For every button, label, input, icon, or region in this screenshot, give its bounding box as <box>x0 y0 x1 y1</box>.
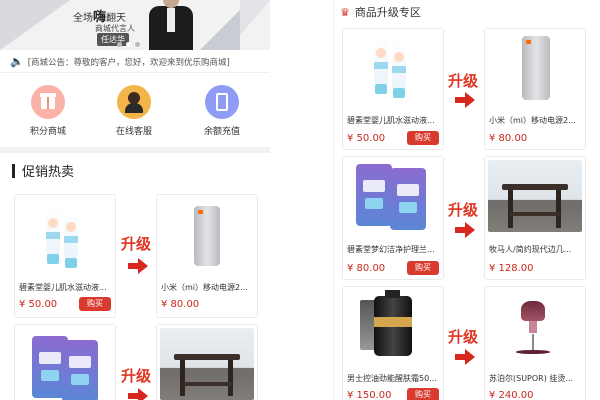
product-image <box>488 290 582 362</box>
shortcut-points-mall[interactable]: 积分商城 <box>16 85 80 137</box>
column-gap <box>270 0 334 400</box>
product-name: 碧素堂梦幻洁净护理兰... <box>347 245 435 254</box>
product-card[interactable] <box>156 324 258 400</box>
product-name: 男士控油劲能醒肤霜50... <box>347 374 437 383</box>
product-price: ¥ 240.00 <box>489 390 534 400</box>
upgrade-label: 升级 <box>448 201 479 219</box>
product-price: ¥ 50.00 <box>19 299 58 310</box>
product-name: 苏泊尔(SUPOR) 挂烫... <box>489 374 574 383</box>
product-card[interactable]: 碧素堂婴儿肌水滋动液... ¥ 50.00 购买 <box>14 194 116 318</box>
buy-button[interactable]: 购买 <box>407 388 439 400</box>
upgrade-label: 升级 <box>121 235 152 253</box>
product-card[interactable]: 小米（mi）移动电源2... ¥ 80.00 <box>156 194 258 318</box>
product-image <box>18 198 112 270</box>
product-name: 碧素堂婴儿肌水滋动液... <box>19 283 107 292</box>
product-image <box>346 290 440 362</box>
tablet-icon <box>205 85 239 119</box>
carousel-dots[interactable] <box>117 42 140 47</box>
upgrade-label: 升级 <box>448 72 479 90</box>
shortcut-label: 积分商城 <box>29 127 66 137</box>
product-card[interactable]: 碧素堂婴儿肌水滋动液... ¥ 50.00 购买 <box>342 28 444 150</box>
arrow-right-icon <box>455 222 475 238</box>
product-image <box>488 160 582 232</box>
carousel-dot[interactable] <box>126 42 131 47</box>
product-image <box>346 160 440 232</box>
product-name: 小米（mi）移动电源2... <box>489 116 576 125</box>
upgrade-label: 升级 <box>448 328 479 346</box>
product-image <box>160 198 254 270</box>
left-panel: 全场嗨翻天 商城代言人 任达华 🔈 [商城公告：尊敬的客户，您好，欢迎来到优乐购… <box>0 0 270 400</box>
shortcut-row: 积分商城 在线客服 余额充值 <box>0 80 270 144</box>
speaker-icon: 🔈 <box>10 55 24 68</box>
buy-button[interactable]: 购买 <box>407 131 439 145</box>
product-price: ¥ 50.00 <box>347 133 386 144</box>
banner-decoration <box>240 0 270 35</box>
promo-banner[interactable]: 全场嗨翻天 商城代言人 任达华 <box>0 0 270 50</box>
shortcut-label: 余额充值 <box>203 127 240 137</box>
product-price: ¥ 80.00 <box>489 133 528 144</box>
product-image <box>346 32 440 104</box>
crown-icon: ♛ <box>340 5 350 19</box>
arrow-right-icon <box>128 258 148 274</box>
product-card[interactable]: 碧素堂梦幻洁净护理兰... ¥ 80.00 购买 <box>342 156 444 280</box>
arrow-right-icon <box>455 92 475 108</box>
upgrade-label: 升级 <box>121 367 152 385</box>
upgrade-zone-title: ♛ 商品升级专区 <box>340 4 421 20</box>
banner-decoration <box>0 0 70 50</box>
gift-icon <box>31 85 65 119</box>
announcement-bar[interactable]: 🔈 [商城公告：尊敬的客户，您好，欢迎来到优乐购商城] <box>0 51 270 73</box>
section-divider <box>0 147 270 153</box>
shortcut-recharge[interactable]: 余额充值 <box>190 85 254 137</box>
product-price: ¥ 128.00 <box>489 263 534 274</box>
shortcut-customer-service[interactable]: 在线客服 <box>102 85 166 137</box>
product-name: 小米（mi）移动电源2... <box>161 283 248 292</box>
product-card[interactable]: 小米（mi）移动电源2... ¥ 80.00 <box>484 28 586 150</box>
carousel-dot[interactable] <box>117 42 122 47</box>
announcement-text: [商城公告：尊敬的客户，您好，欢迎来到优乐购商城] <box>27 57 230 68</box>
column-divider <box>333 0 334 400</box>
product-name: 碧素堂婴儿肌水滋动液... <box>347 116 435 125</box>
customer-service-icon <box>117 85 151 119</box>
product-name: 牧马人/简约现代边几... <box>489 245 572 254</box>
product-price: ¥ 80.00 <box>161 299 200 310</box>
promo-title-text: 促销热卖 <box>22 165 75 180</box>
product-card[interactable]: 苏泊尔(SUPOR) 挂烫... ¥ 240.00 <box>484 286 586 400</box>
shortcut-label: 在线客服 <box>115 127 152 137</box>
product-price: ¥ 80.00 <box>347 263 386 274</box>
carousel-dot[interactable] <box>135 42 140 47</box>
buy-button[interactable]: 购买 <box>407 261 439 275</box>
product-card[interactable]: 男士控油劲能醒肤霜50... ¥ 150.00 购买 <box>342 286 444 400</box>
arrow-right-icon <box>128 388 148 400</box>
promo-section-title: 促销热卖 <box>12 161 74 180</box>
spokesperson-image <box>143 0 198 50</box>
title-bar <box>12 163 15 178</box>
product-image <box>18 328 112 400</box>
upgrade-zone-title-text: 商品升级专区 <box>354 6 421 19</box>
product-price: ¥ 150.00 <box>347 390 392 400</box>
product-image <box>160 328 254 400</box>
product-card[interactable] <box>14 324 116 400</box>
buy-button[interactable]: 购买 <box>79 297 111 311</box>
product-card[interactable]: 牧马人/简约现代边几... ¥ 128.00 <box>484 156 586 280</box>
banner-decoration <box>200 10 240 50</box>
page-root: 全场嗨翻天 商城代言人 任达华 🔈 [商城公告：尊敬的客户，您好，欢迎来到优乐购… <box>0 0 600 400</box>
arrow-right-icon <box>455 349 475 365</box>
product-image <box>488 32 582 104</box>
